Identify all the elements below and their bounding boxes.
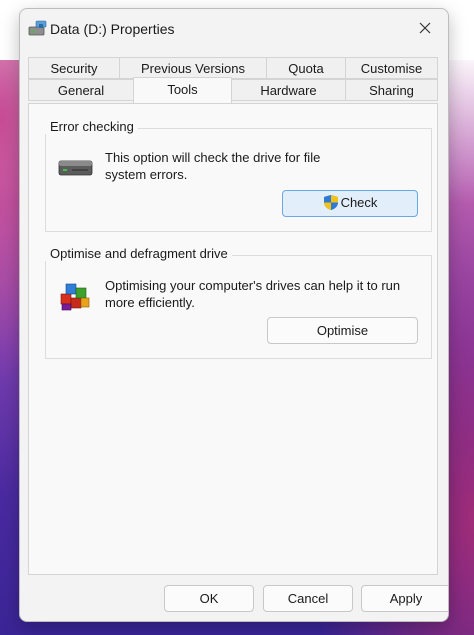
optimise-group: Optimise and defragment drive Optimising… bbox=[45, 246, 432, 359]
optimise-title: Optimise and defragment drive bbox=[45, 246, 232, 261]
optimise-description-line2: more efficiently. bbox=[105, 295, 195, 310]
properties-dialog: Data (D:) Properties Security Previous V… bbox=[19, 8, 449, 622]
close-button[interactable] bbox=[404, 9, 448, 49]
hard-drive-icon bbox=[58, 157, 94, 182]
defrag-icon bbox=[59, 280, 91, 315]
apply-button-label: Apply bbox=[389, 591, 423, 606]
uac-shield-icon bbox=[323, 194, 339, 214]
tab-quota[interactable]: Quota bbox=[266, 57, 346, 79]
apply-button[interactable]: Apply bbox=[361, 585, 448, 612]
tab-customise[interactable]: Customise bbox=[345, 57, 438, 79]
optimise-button[interactable]: Optimise bbox=[267, 317, 418, 344]
tab-general[interactable]: General bbox=[28, 79, 134, 101]
optimise-button-label: Optimise bbox=[316, 323, 369, 338]
error-checking-group: Error checking This option will check th… bbox=[45, 119, 432, 232]
optimise-description-line1: Optimising your computer's drives can he… bbox=[105, 278, 401, 293]
close-icon bbox=[419, 22, 431, 34]
cancel-button-label: Cancel bbox=[287, 591, 329, 606]
cancel-button[interactable]: Cancel bbox=[263, 585, 353, 612]
dialog-footer: OK Cancel Apply bbox=[20, 575, 448, 621]
tab-previous-versions[interactable]: Previous Versions bbox=[119, 57, 267, 79]
tab-hardware[interactable]: Hardware bbox=[231, 79, 346, 101]
drive-icon bbox=[28, 20, 47, 38]
ok-button-label: OK bbox=[199, 591, 219, 606]
ok-button[interactable]: OK bbox=[164, 585, 254, 612]
check-button-label: Check bbox=[340, 194, 378, 210]
error-checking-title: Error checking bbox=[45, 119, 138, 134]
tab-tools[interactable]: Tools bbox=[133, 77, 232, 103]
window-title: Data (D:) Properties bbox=[50, 21, 175, 37]
tab-security[interactable]: Security bbox=[28, 57, 120, 79]
check-button[interactable]: Check bbox=[282, 190, 418, 217]
error-checking-description-line2: system errors. bbox=[105, 167, 188, 182]
tools-panel: Error checking This option will check th… bbox=[28, 103, 438, 575]
tab-sharing[interactable]: Sharing bbox=[345, 79, 438, 101]
error-checking-description-line1: This option will check the drive for fil… bbox=[105, 150, 321, 165]
title-bar[interactable]: Data (D:) Properties bbox=[20, 9, 448, 49]
